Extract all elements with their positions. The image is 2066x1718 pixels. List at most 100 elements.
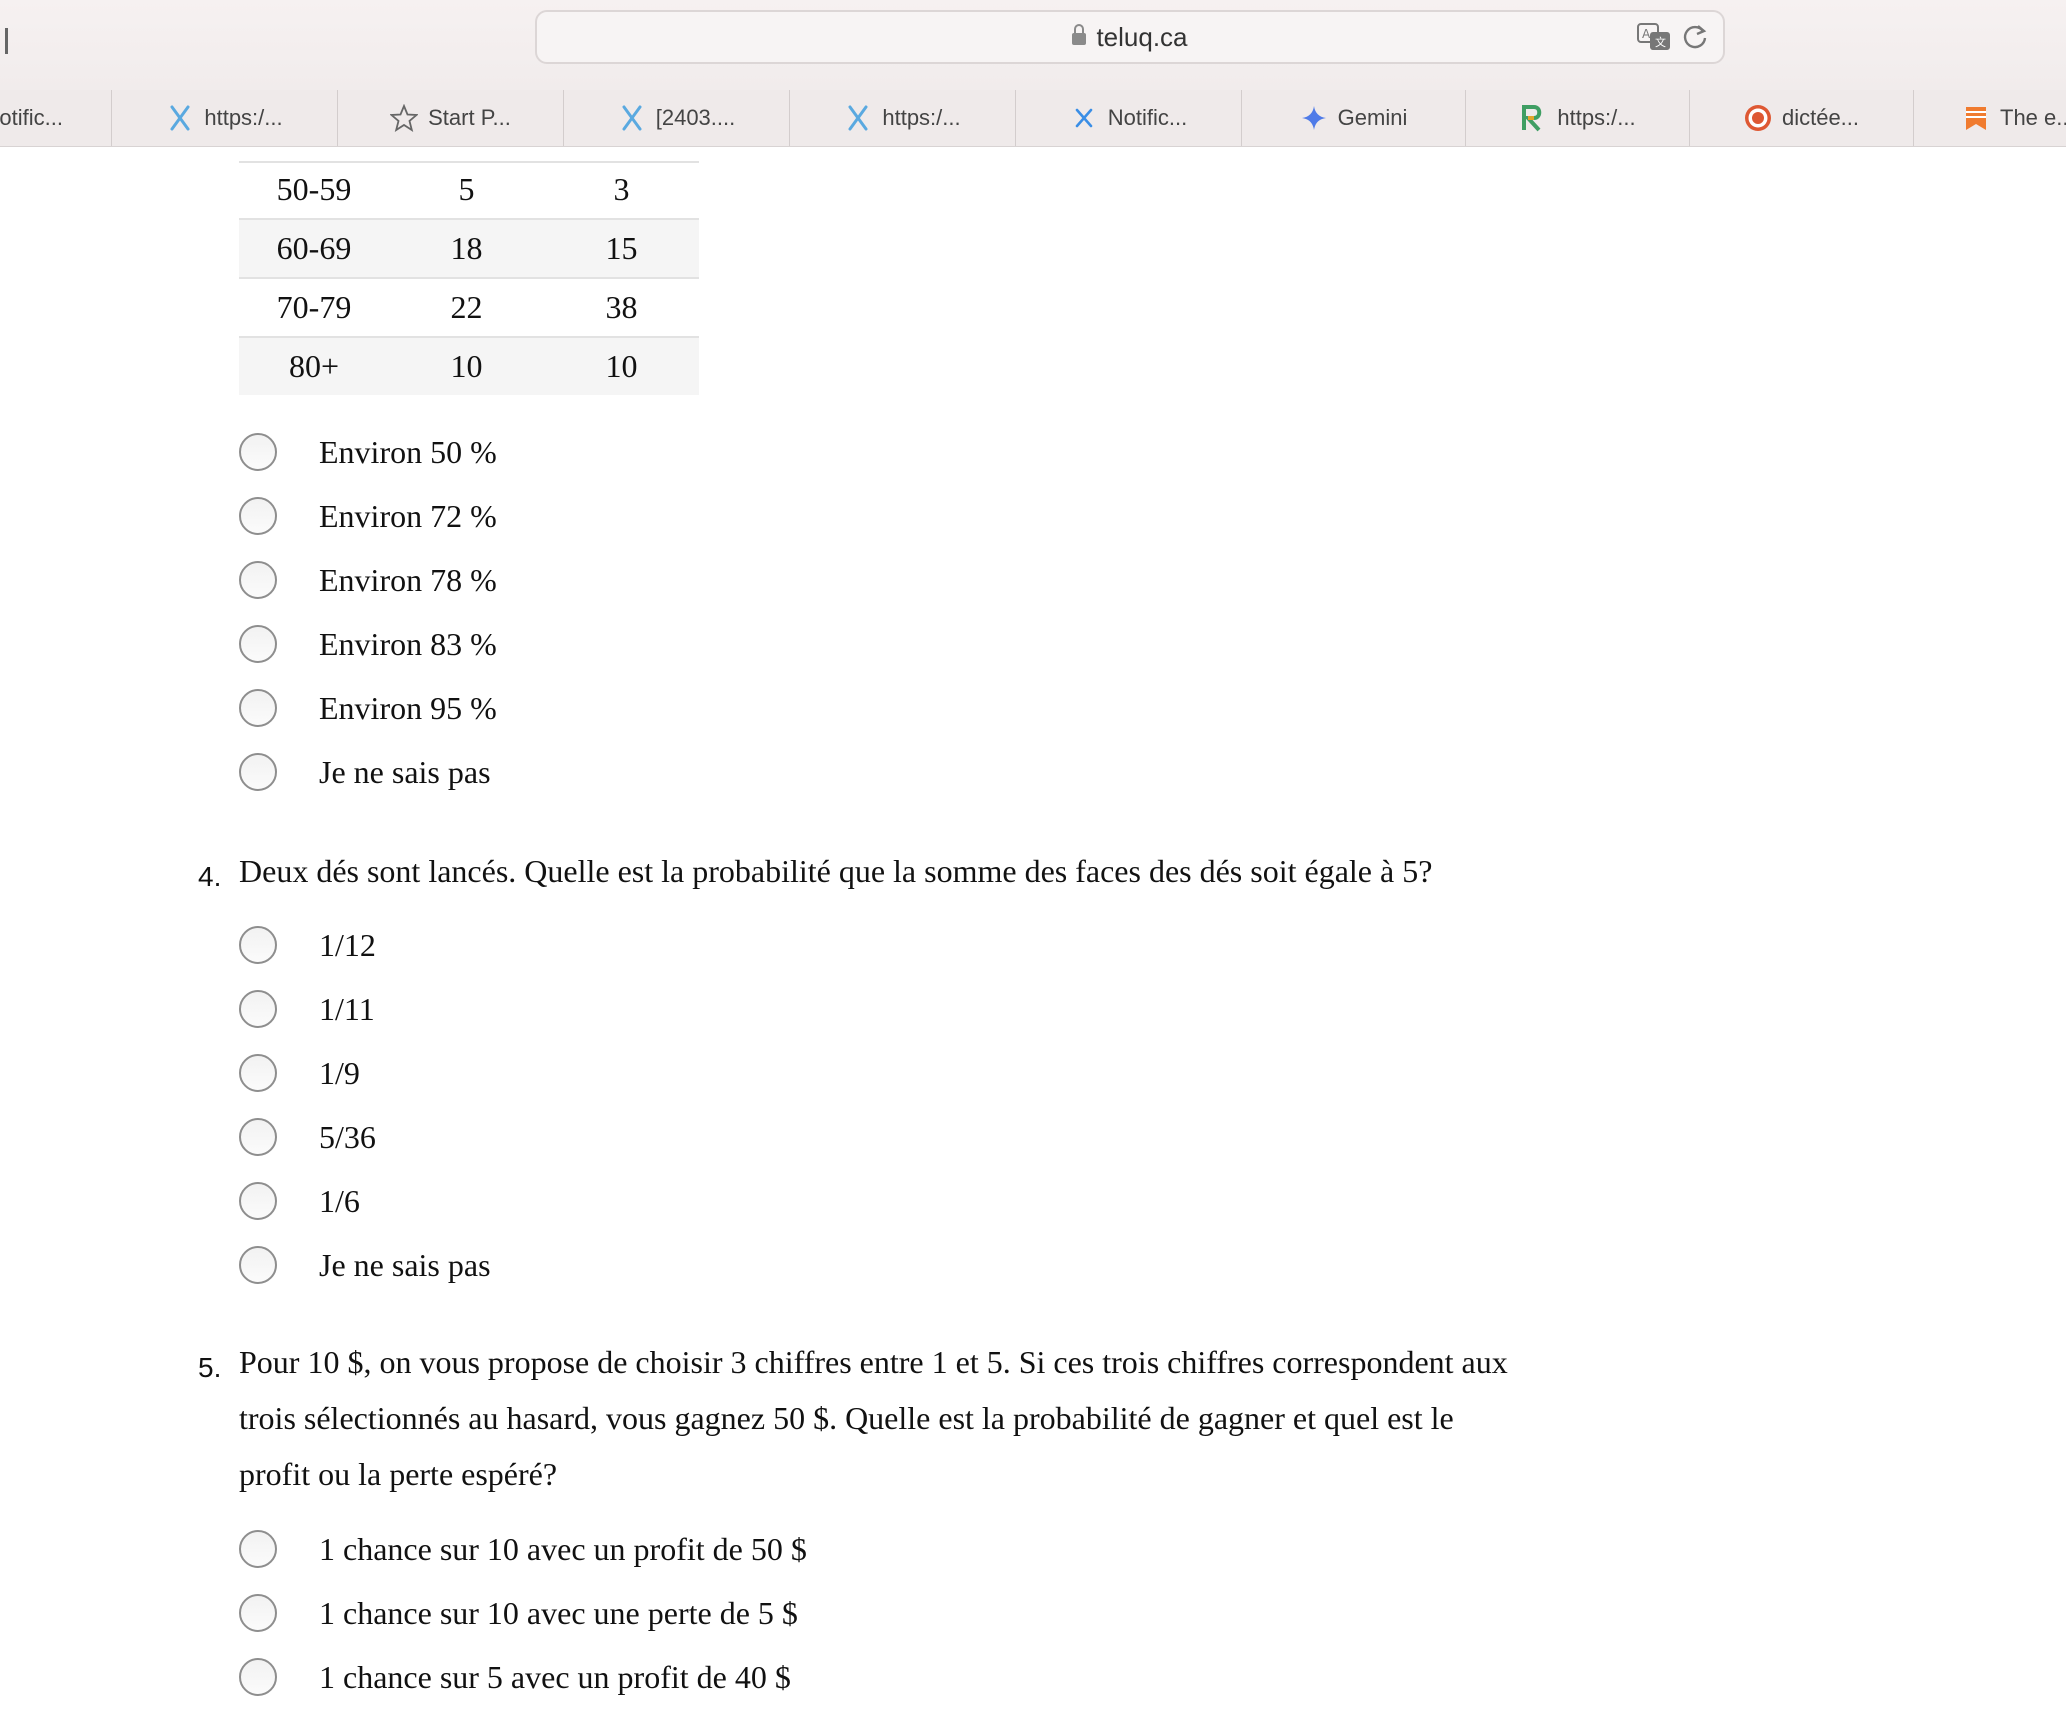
question-text: Deux dés sont lancés. Quelle est la prob…	[239, 853, 1433, 889]
radio-button[interactable]	[239, 753, 277, 791]
tab-label: Start P...	[428, 105, 511, 130]
q3-option[interactable]: Environ 83 %	[239, 612, 497, 676]
option-label: Je ne sais pas	[319, 1246, 491, 1283]
table-row: 70-79 22 38	[239, 278, 699, 338]
option-label: Environ 78 %	[319, 561, 497, 598]
address-bar[interactable]: teluq.ca A 文	[535, 10, 1725, 64]
q5-option[interactable]: 1 chance sur 10 avec un profit de 50 $	[239, 1517, 807, 1581]
table-cell: 10	[389, 337, 544, 395]
q4-option[interactable]: 1/6	[239, 1169, 491, 1233]
tab-label: [2403....	[655, 105, 736, 130]
duckduckgo-icon	[1744, 105, 1771, 131]
radio-button[interactable]	[239, 689, 277, 727]
tab-label: otific...	[0, 105, 63, 130]
page-content: 50-59 5 3 60-69 18 15 70-79 22 38 80+ 10…	[0, 147, 2066, 1718]
option-label: 1/11	[319, 990, 375, 1027]
radio-button[interactable]	[239, 1246, 277, 1284]
q3-options: Environ 50 % Environ 72 % Environ 78 % E…	[239, 420, 497, 804]
grok-icon	[622, 105, 642, 131]
q3-option[interactable]: Environ 50 %	[239, 420, 497, 484]
table-cell: 80+	[239, 337, 389, 395]
q3-option[interactable]: Je ne sais pas	[239, 740, 497, 804]
grok-icon	[848, 105, 868, 131]
q4-option[interactable]: Je ne sais pas	[239, 1233, 491, 1297]
tab-grok-2[interactable]: https:/...	[789, 90, 1015, 146]
sidebar-edge-icon[interactable]	[0, 28, 8, 54]
tab-start-page[interactable]: Start P...	[337, 90, 563, 146]
q4-option[interactable]: 1/12	[239, 913, 491, 977]
option-label: Je ne sais pas	[319, 753, 491, 790]
q3-option[interactable]: Environ 72 %	[239, 484, 497, 548]
table-row: 80+ 10 10	[239, 337, 699, 395]
option-label: Environ 50 %	[319, 433, 497, 470]
tab-label: https:/...	[882, 105, 961, 130]
question-number: 5.	[198, 1352, 222, 1383]
radio-button[interactable]	[239, 1530, 277, 1568]
url-text[interactable]: teluq.ca	[1096, 22, 1187, 53]
question-number: 4.	[198, 861, 222, 892]
question-4: 4. Deux dés sont lancés. Quelle est la p…	[198, 843, 1628, 899]
q5-option[interactable]: 1 chance sur 10 avec une perte de 5 $	[239, 1581, 807, 1645]
radio-button[interactable]	[239, 990, 277, 1028]
radio-button[interactable]	[239, 1182, 277, 1220]
q3-option[interactable]: Environ 78 %	[239, 548, 497, 612]
reload-icon[interactable]	[1680, 22, 1710, 52]
svg-text:文: 文	[1655, 35, 1666, 49]
option-label: Environ 72 %	[319, 497, 497, 534]
q5-option[interactable]: 1 chance sur 5 avec un profit de 40 $	[239, 1645, 807, 1709]
radio-button[interactable]	[239, 1658, 277, 1696]
table-cell: 15	[544, 219, 699, 279]
question-5: 5. Pour 10 $, on vous propose de choisir…	[198, 1334, 1628, 1502]
q4-option[interactable]: 1/11	[239, 977, 491, 1041]
tab-the-e[interactable]: The e...	[1913, 90, 2066, 146]
option-label: 5/36	[319, 1118, 376, 1155]
url-display[interactable]: teluq.ca	[537, 12, 1723, 62]
table-cell: 50-59	[239, 161, 389, 220]
table-cell: 22	[389, 278, 544, 338]
table-row: 60-69 18 15	[239, 219, 699, 279]
option-label: 1 chance sur 10 avec une perte de 5 $	[319, 1594, 798, 1631]
translate-icon[interactable]: A 文	[1637, 22, 1671, 52]
tab-label: https:/...	[204, 105, 283, 130]
radio-button[interactable]	[239, 1054, 277, 1092]
table-cell: 38	[544, 278, 699, 338]
option-label: Environ 83 %	[319, 625, 497, 662]
option-label: Environ 95 %	[319, 689, 497, 726]
table-cell: 18	[389, 219, 544, 279]
tab-bar: otific... https:/... Start P... [2403...…	[0, 90, 2066, 147]
table-cell: 5	[389, 161, 544, 220]
tab-label: Notific...	[1107, 105, 1188, 130]
radio-button[interactable]	[239, 926, 277, 964]
tab-arxiv[interactable]: [2403....	[563, 90, 789, 146]
table-cell: 3	[544, 161, 699, 220]
star-icon	[390, 104, 419, 132]
table-cell: 10	[544, 337, 699, 395]
option-label: 1/6	[319, 1182, 360, 1219]
tab-r[interactable]: https:/...	[1465, 90, 1689, 146]
tab-x-notifications[interactable]: Notific...	[1015, 90, 1241, 146]
tab-label: The e...	[2000, 105, 2066, 130]
radio-button[interactable]	[239, 433, 277, 471]
option-label: 1/9	[319, 1054, 360, 1091]
tab-gemini[interactable]: Gemini	[1241, 90, 1465, 146]
q4-option[interactable]: 1/9	[239, 1041, 491, 1105]
question-text-line: profit ou la perte espéré?	[239, 1456, 558, 1492]
radio-button[interactable]	[239, 625, 277, 663]
option-label: 1 chance sur 10 avec un profit de 50 $	[319, 1530, 807, 1567]
radio-button[interactable]	[239, 1594, 277, 1632]
q4-option[interactable]: 5/36	[239, 1105, 491, 1169]
tab-grok-1[interactable]: https:/...	[111, 90, 337, 146]
x-icon	[1075, 108, 1093, 128]
svg-text:A: A	[1642, 27, 1651, 41]
radio-button[interactable]	[239, 561, 277, 599]
option-label: 1/12	[319, 926, 376, 963]
q4-options: 1/12 1/11 1/9 5/36 1/6 Je ne sais pas	[239, 913, 491, 1297]
tab-dictee[interactable]: dictée...	[1689, 90, 1913, 146]
q3-option[interactable]: Environ 95 %	[239, 676, 497, 740]
radio-button[interactable]	[239, 497, 277, 535]
age-distribution-table: 50-59 5 3 60-69 18 15 70-79 22 38 80+ 10…	[239, 161, 699, 395]
tab-label: Gemini	[1337, 105, 1408, 130]
tab-notifications[interactable]: otific...	[0, 90, 111, 146]
radio-button[interactable]	[239, 1118, 277, 1156]
question-text-line: Pour 10 $, on vous propose de choisir 3 …	[239, 1344, 1508, 1380]
